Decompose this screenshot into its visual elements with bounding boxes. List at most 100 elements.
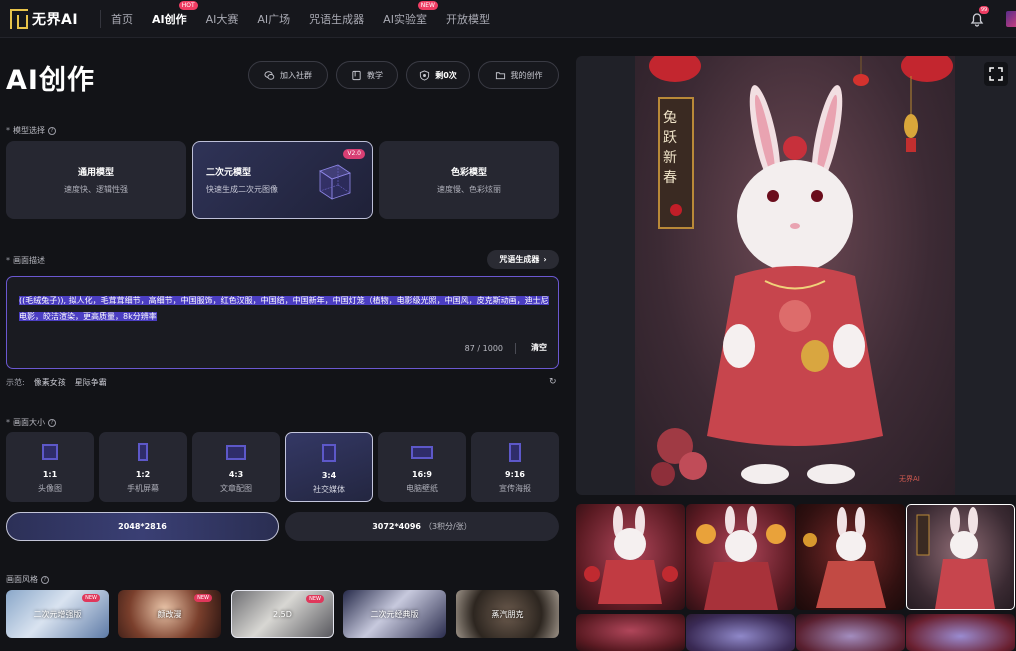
examples-label: 示范: [6,378,25,387]
size-name: 文章配图 [220,484,252,493]
style-name: 二次元经典版 [370,609,419,619]
preview-image[interactable]: 兔跃新春 无界AI [635,56,955,495]
logo-icon [10,8,28,29]
remaining-count-button[interactable]: 剩0次 [406,61,470,89]
size-option-1-1[interactable]: 1:1 头像图 [6,432,94,502]
example-item[interactable]: 像素女孩 [34,377,66,388]
style-name: 二次元增强版 [33,609,82,619]
result-thumbnail[interactable] [686,614,795,651]
required-icon: * [6,126,10,135]
hot-badge: HOT [178,0,198,10]
style-card-2-5d[interactable]: NEW 2.5D [231,590,334,638]
size-option-1-2[interactable]: 1:2 手机屏幕 [99,432,187,502]
preview-panel: 兔跃新春 无界AI [576,56,1016,495]
size-name: 电脑壁纸 [406,484,438,493]
resolution-option-standard[interactable]: 2048*2816 [6,512,279,541]
nav-item-ai-lab[interactable]: AI实验室 NEW [383,0,438,27]
model-card-general[interactable]: 通用模型 速度快、逻辑性强 [6,141,186,219]
model-desc: 速度快、逻辑性强 [64,185,128,194]
tutorial-button[interactable]: 教学 [336,61,398,89]
resolution-cost: （3积分/张） [423,522,472,531]
style-section-label: 画面风格 ? [6,574,49,585]
style-card-face-comic[interactable]: NEW 颜改漫 [118,590,221,638]
rabbit-thumbnail-image [584,506,678,604]
help-icon[interactable]: ? [48,126,56,135]
resolution-option-hd[interactable]: 3072*4096 （3积分/张） [285,512,559,541]
page-title: AI创作 [6,65,95,96]
new-badge: NEW [306,595,324,603]
required-icon: * [6,256,10,265]
style-section-title: 画面风格 [6,575,38,584]
nav-item-ai-create[interactable]: AI创作 HOT [152,0,198,27]
refresh-icon[interactable]: ↻ [549,377,557,387]
ratio-icon [322,444,336,462]
size-option-3-4[interactable]: 3:4 社交媒体 [285,432,373,502]
model-name: 通用模型 [77,168,114,178]
brand-name: 无界AI [32,11,79,28]
size-option-16-9[interactable]: 16:9 电脑壁纸 [378,432,466,502]
my-creations-button[interactable]: 我的创作 [478,61,559,89]
help-icon[interactable]: ? [41,575,49,584]
ratio-icon [509,442,521,462]
chat-icon [264,70,275,80]
prompt-text[interactable]: ((毛绒兔子)), 拟人化，毛茸茸细节，高细节，中国服饰，红色汉服，中国结，中国… [19,293,549,325]
size-name: 手机屏幕 [127,484,159,493]
ratio-icon [411,443,433,461]
size-ratio: 4:3 [228,470,244,479]
model-section-title: 模型选择 [13,126,45,135]
model-card-color[interactable]: 色彩模型 速度慢、色彩炫丽 [379,141,559,219]
nav-item-ai-contest[interactable]: AI大赛 [206,11,239,27]
rabbit-thumbnail-image [916,507,995,609]
result-thumbnail[interactable] [796,614,905,651]
prompt-textarea[interactable]: ((毛绒兔子)), 拟人化，毛茸茸细节，高细节，中国服饰，红色汉服，中国结，中国… [6,276,559,369]
style-card-anime-enhanced[interactable]: NEW 二次元增强版 [6,590,109,638]
result-thumbnail[interactable] [686,504,795,610]
help-icon[interactable]: ? [48,418,56,427]
rabbit-thumbnail-image [803,507,886,608]
size-ratio: 9:16 [505,470,525,479]
spell-generator-button[interactable]: 咒语生成器 › [487,250,559,269]
result-thumbnail[interactable] [906,614,1015,651]
nav-item-open-models[interactable]: 开放模型 [446,11,490,27]
size-option-9-16[interactable]: 9:16 宣传海报 [471,432,559,502]
size-ratio: 1:1 [42,470,58,479]
new-badge: NEW [82,594,100,602]
clear-button[interactable]: 清空 [531,342,547,353]
brand-logo[interactable]: 无界AI [10,8,88,29]
style-card-anime-classic[interactable]: 二次元经典版 [343,590,446,638]
size-ratio: 3:4 [321,471,337,480]
ratio-icon [138,443,148,461]
size-name: 宣传海报 [499,484,531,493]
main-nav: 首页 AI创作 HOT AI大赛 AI广场 咒语生成器 AI实验室 NEW 开放模型 [111,0,509,38]
expand-icon [989,67,1003,81]
result-thumbnail[interactable] [576,504,685,610]
join-community-label: 加入社群 [280,70,312,80]
result-thumbnail[interactable] [576,614,685,651]
folder-icon [495,71,505,79]
size-name: 社交媒体 [313,485,345,494]
ratio-icon [226,443,246,461]
size-option-4-3[interactable]: 4:3 文章配图 [192,432,280,502]
ratio-icon [42,443,58,461]
size-section-label: * 画面大小 ? [6,417,56,428]
join-community-button[interactable]: 加入社群 [248,61,328,89]
nav-item-ai-square[interactable]: AI广场 [257,11,290,27]
model-card-anime[interactable]: V2.0 二次元模型 快速生成二次元图像 [192,141,373,219]
my-creations-label: 我的创作 [510,70,543,80]
examples-row: 示范: 像素女孩 星际争霸 [6,377,107,388]
fullscreen-button[interactable] [984,62,1008,86]
size-ratio: 1:2 [135,470,151,479]
result-thumbnail[interactable] [796,504,905,610]
nav-item-home[interactable]: 首页 [111,11,133,27]
nav-item-spell-generator[interactable]: 咒语生成器 [309,11,364,27]
cube-icon [319,164,351,200]
prompt-section-label: * 画面描述 [6,255,45,266]
version-badge: V2.0 [343,149,365,159]
result-thumbnail-selected[interactable] [906,504,1015,610]
example-item[interactable]: 星际争霸 [75,377,107,388]
avatar[interactable] [1006,11,1016,27]
style-card-steampunk[interactable]: 蒸汽朋克 [456,590,559,638]
resolution-label: 3072*4096 [372,522,421,531]
required-icon: * [6,418,10,427]
shield-icon [420,69,430,81]
